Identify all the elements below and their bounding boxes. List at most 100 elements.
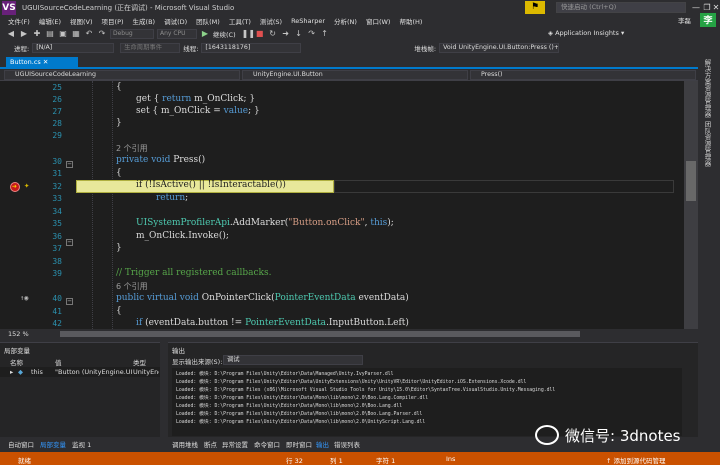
tab-button-cs[interactable]: Button.cs ✕ bbox=[6, 57, 78, 67]
process-label: 进程: bbox=[14, 45, 30, 53]
stack-frame-select[interactable]: Void UnityEngine.UI.Button:Press ()+0x bbox=[439, 43, 560, 53]
keyword: return bbox=[156, 193, 186, 203]
redo-icon[interactable]: ↷ bbox=[97, 29, 107, 39]
editor-gutter[interactable] bbox=[0, 81, 46, 329]
menu-analyze[interactable]: 分析(N) bbox=[334, 16, 357, 26]
zoom-select[interactable]: 152 % bbox=[8, 330, 29, 338]
vertical-scrollbar[interactable] bbox=[684, 81, 698, 329]
menu-bar: 文件(F) 编辑(E) 视图(V) 项目(P) 生成(B) 调试(D) 团队(M… bbox=[0, 15, 720, 27]
tab-error-list[interactable]: 错误列表 bbox=[334, 439, 360, 449]
restart-icon[interactable]: ↻ bbox=[268, 29, 278, 39]
open-file-icon[interactable]: ▤ bbox=[45, 29, 55, 39]
output-source-select[interactable]: 调试 bbox=[223, 355, 363, 365]
code-line[interactable]: public virtual void OnPointerClick(Point… bbox=[116, 293, 409, 303]
notification-bell-icon[interactable]: ⚑ bbox=[525, 1, 545, 14]
menu-resharper[interactable]: ReSharper bbox=[291, 17, 325, 25]
menu-tools[interactable]: 工具(T) bbox=[229, 16, 251, 26]
code-line[interactable]: if (eventData.button != PointerEventData… bbox=[136, 318, 409, 328]
user-name[interactable]: 李磊 bbox=[678, 15, 691, 25]
code-text: m_OnClick; } bbox=[191, 94, 256, 104]
forward-icon[interactable]: ▶ bbox=[19, 29, 29, 39]
menu-window[interactable]: 窗口(W) bbox=[366, 16, 391, 26]
tab-command-window[interactable]: 命令窗口 bbox=[254, 439, 280, 449]
menu-build[interactable]: 生成(B) bbox=[133, 16, 156, 26]
configuration-select[interactable]: Debug bbox=[110, 29, 154, 39]
code-line[interactable]: { bbox=[116, 82, 122, 92]
platform-select[interactable]: Any CPU bbox=[157, 29, 197, 39]
application-insights-button[interactable]: ◈ Application Insights ▾ bbox=[548, 29, 624, 37]
class-nav-select[interactable]: UnityEngine.UI.Button bbox=[242, 70, 468, 80]
code-line[interactable]: UISystemProfilerApi.AddMarker("Button.on… bbox=[136, 218, 394, 228]
line-number: 26 bbox=[52, 95, 62, 104]
menu-debug[interactable]: 调试(D) bbox=[164, 16, 187, 26]
solution-explorer-tab[interactable]: 解决方案资源管理器 bbox=[702, 59, 712, 118]
code-comment[interactable]: // Trigger all registered callbacks. bbox=[116, 268, 271, 278]
pause-icon[interactable]: ❚❚ bbox=[242, 29, 255, 39]
code-line[interactable]: private void Press() bbox=[116, 155, 205, 165]
tab-breakpoints[interactable]: 断点 bbox=[204, 439, 217, 449]
code-line[interactable]: { bbox=[116, 306, 122, 316]
override-arrow-icon[interactable]: ↑◉ bbox=[20, 294, 28, 302]
quick-launch-input[interactable]: 快速启动 (Ctrl+Q) bbox=[556, 2, 686, 13]
horizontal-scrollbar[interactable] bbox=[60, 331, 580, 337]
close-button[interactable]: ✕ bbox=[710, 2, 720, 13]
tab-autos[interactable]: 自动窗口 bbox=[8, 439, 34, 449]
code-line[interactable]: } bbox=[116, 243, 122, 253]
process-select[interactable]: [N/A] bbox=[32, 43, 115, 53]
column-header-value[interactable]: 值 bbox=[55, 357, 62, 367]
column-header-name[interactable]: 名称 bbox=[10, 357, 23, 367]
code-editor[interactable]: ➜ ✦ ↑◉ − − − − 25 26 27 28 29 30 31 32 3… bbox=[0, 81, 698, 329]
instruction-pointer-icon[interactable]: ➜ bbox=[12, 182, 17, 192]
menu-test[interactable]: 测试(S) bbox=[260, 16, 282, 26]
navigation-bar: UGUISourceCodeLearning UnityEngine.UI.Bu… bbox=[0, 69, 698, 81]
menu-edit[interactable]: 编辑(E) bbox=[39, 16, 61, 26]
add-to-source-control-button[interactable]: ↑ 添加到源代码管理 bbox=[606, 455, 666, 465]
show-next-statement-icon[interactable]: ➜ bbox=[281, 29, 291, 39]
new-project-icon[interactable]: ✚ bbox=[32, 29, 42, 39]
reference-count[interactable]: 2 个引用 bbox=[116, 143, 148, 154]
tab-call-stack[interactable]: 调用堆栈 bbox=[172, 439, 198, 449]
lifecycle-events-select[interactable]: 生命周期事件 bbox=[120, 43, 181, 53]
code-line[interactable]: set { m_OnClick = value; } bbox=[136, 106, 260, 116]
continue-icon[interactable]: ▶ bbox=[200, 29, 210, 39]
fold-toggle-icon[interactable]: − bbox=[66, 239, 73, 246]
expand-icon[interactable]: ▸ bbox=[10, 368, 13, 376]
thread-select[interactable]: [1643118176] bbox=[201, 43, 302, 53]
menu-team[interactable]: 团队(M) bbox=[196, 16, 220, 26]
code-line[interactable]: } bbox=[116, 118, 122, 128]
tab-watch-1[interactable]: 监视 1 bbox=[72, 439, 91, 449]
menu-help[interactable]: 帮助(H) bbox=[399, 16, 422, 26]
scrollbar-thumb[interactable] bbox=[686, 161, 696, 201]
code-line[interactable]: { bbox=[116, 168, 122, 178]
reference-count[interactable]: 6 个引用 bbox=[116, 281, 148, 292]
code-line[interactable]: return; bbox=[156, 193, 188, 203]
fold-toggle-icon[interactable]: − bbox=[66, 298, 73, 305]
step-out-icon[interactable]: ↑ bbox=[320, 29, 330, 39]
menu-project[interactable]: 项目(P) bbox=[102, 16, 124, 26]
code-line[interactable]: m_OnClick.Invoke(); bbox=[136, 231, 229, 241]
stop-icon[interactable]: ■ bbox=[255, 29, 265, 39]
back-icon[interactable]: ◀ bbox=[6, 29, 16, 39]
variable-value: "Button (UnityEngine.UI.Butt bbox=[55, 368, 133, 376]
current-statement[interactable]: if (!IsActive() || !IsInteractable()) bbox=[136, 180, 286, 190]
step-over-icon[interactable]: ↷ bbox=[307, 29, 317, 39]
undo-icon[interactable]: ↶ bbox=[84, 29, 94, 39]
tab-locals[interactable]: 局部变量 bbox=[40, 439, 66, 449]
code-line[interactable]: get { return m_OnClick; } bbox=[136, 94, 255, 104]
tab-immediate-window[interactable]: 即时窗口 bbox=[286, 439, 312, 449]
menu-view[interactable]: 视图(V) bbox=[70, 16, 93, 26]
save-icon[interactable]: ▣ bbox=[58, 29, 68, 39]
project-nav-select[interactable]: UGUISourceCodeLearning bbox=[4, 70, 240, 80]
table-row[interactable]: ▸ ◆ this "Button (UnityEngine.UI.Butt Un… bbox=[0, 367, 160, 377]
continue-button[interactable]: 继续(C) bbox=[213, 29, 236, 39]
save-all-icon[interactable]: ▦ bbox=[71, 29, 81, 39]
lightbulb-icon[interactable]: ✦ bbox=[24, 181, 29, 191]
column-header-type[interactable]: 类型 bbox=[133, 357, 146, 367]
tab-output[interactable]: 输出 bbox=[316, 439, 329, 449]
team-explorer-tab[interactable]: 团队资源管理器 bbox=[702, 121, 712, 167]
tab-exception-settings[interactable]: 异常设置 bbox=[222, 439, 248, 449]
fold-toggle-icon[interactable]: − bbox=[66, 161, 73, 168]
member-nav-select[interactable]: Press() bbox=[470, 70, 696, 80]
menu-file[interactable]: 文件(F) bbox=[8, 16, 30, 26]
step-into-icon[interactable]: ↓ bbox=[294, 29, 304, 39]
